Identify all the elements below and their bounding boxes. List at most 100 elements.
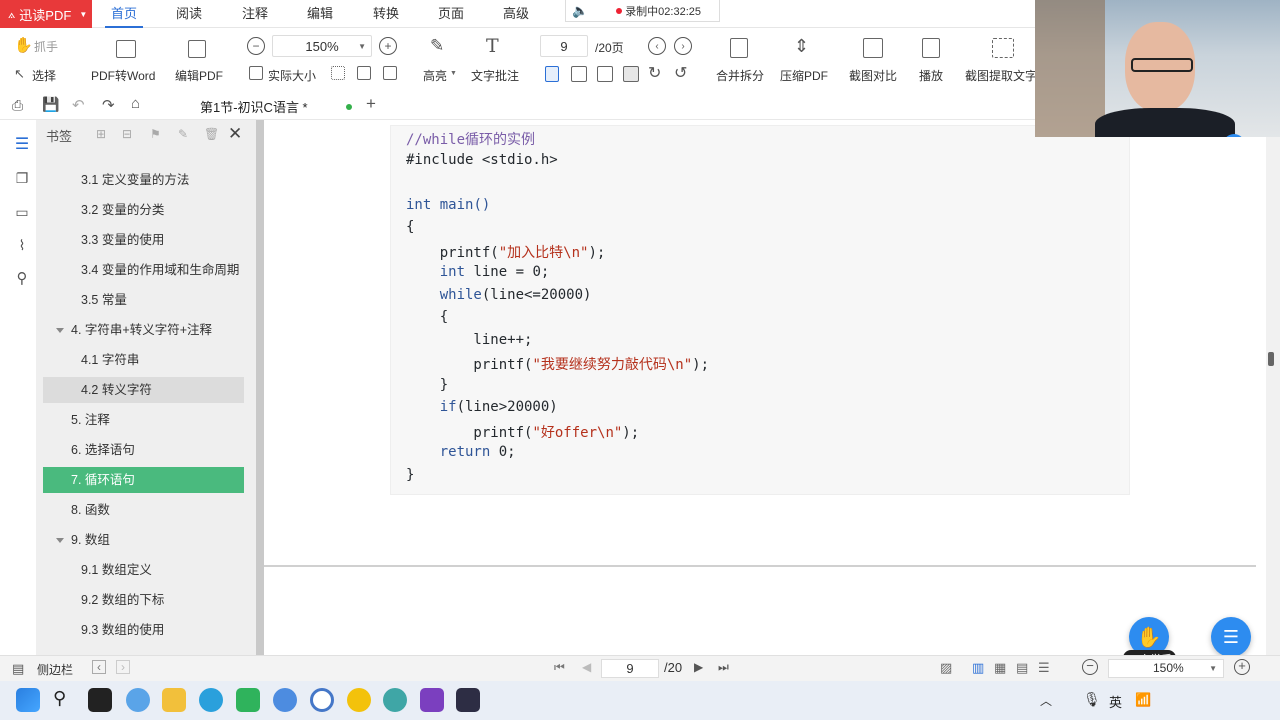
menu-edit[interactable]: 编辑 [307,0,333,28]
app-icon[interactable] [383,688,407,712]
bookmark-item[interactable]: 5. 注释 [43,407,244,433]
add-tab-button[interactable]: + [366,94,376,114]
zoom-in-icon[interactable]: + [1234,659,1250,675]
select-label[interactable]: 选择 [32,67,56,84]
sidebar-label[interactable]: 侧边栏 [37,661,73,678]
app-brand[interactable]: ⟑ 迅读PDF ▼ [0,0,92,28]
zoom-in-icon[interactable]: + [379,37,397,55]
single-page-icon[interactable]: ▥ [972,660,984,676]
app-icon[interactable] [347,688,371,712]
single-page-view-icon[interactable] [545,66,559,82]
zoom-out-icon[interactable]: − [1082,659,1098,675]
play-button[interactable]: 播放 [919,67,943,84]
chrome-browser-icon[interactable] [310,688,334,712]
comments-icon[interactable]: ▭ [12,202,32,222]
search-icon[interactable]: ⚲ [53,688,66,709]
redo-icon[interactable]: ↷ [102,96,115,114]
screenshot-compare-button[interactable]: 截图对比 [849,67,897,84]
app-icon[interactable] [273,688,297,712]
bookmark-item[interactable]: 4. 字符串+转义字符+注释 [43,317,244,343]
bookmark-item[interactable]: 4.1 字符串 [43,347,244,373]
windows-start-icon[interactable] [16,688,40,712]
chevron-up-icon[interactable]: ︿ [1040,692,1052,709]
bookmark-item[interactable]: 3.5 常量 [43,287,244,313]
bookmark-item[interactable]: 9.1 数组定义 [43,557,244,583]
continuous-two-icon[interactable]: ☰ [1038,660,1050,676]
attachment-icon[interactable]: ⌇ [12,235,32,255]
hand-label[interactable]: 抓手 [34,38,58,55]
rotate-cw-icon[interactable]: ↻ [648,63,661,83]
bookmark-item[interactable]: 9. 数组 [43,527,244,553]
undo-icon[interactable]: ↶ [72,96,85,114]
actual-size-icon[interactable] [249,66,263,80]
bookmark-item[interactable]: 6. 选择语句 [43,437,244,463]
page-input[interactable]: 9 [540,35,588,57]
edit-bookmark-icon[interactable]: ✎ [178,127,188,141]
bookmark-item[interactable]: 3.4 变量的作用域和生命周期 [43,257,244,283]
thumbnails-icon[interactable]: ❐ [12,168,32,188]
edit-pdf-icon[interactable] [188,40,206,58]
menu-advanced[interactable]: 高级 [503,0,529,28]
ocr-icon[interactable] [992,38,1014,58]
scrollbar-thumb[interactable] [1268,352,1274,366]
bookmark-item[interactable]: 3.3 变量的使用 [43,227,244,253]
continuous-view-icon[interactable] [623,66,639,82]
two-page-icon[interactable]: ▦ [994,660,1006,676]
bookmark-item[interactable]: 8. 函数 [43,497,244,523]
compress-pdf-button[interactable]: 压缩PDF [780,67,828,84]
text-note-button[interactable]: 文字批注 [471,67,519,84]
expand-triangle-icon[interactable] [56,328,64,333]
menu-read[interactable]: 阅读 [176,0,202,28]
pdf-to-word-icon[interactable] [116,40,136,58]
home-icon[interactable]: ⌂ [131,95,140,112]
visual-studio-icon[interactable] [420,688,444,712]
hand-icon[interactable]: ✋ [14,36,33,54]
menu-page[interactable]: 页面 [438,0,464,28]
zoom-select[interactable]: 150% ▼ [1108,659,1224,678]
next-page-icon[interactable]: › [674,37,692,55]
collapse-all-icon[interactable]: ⊟ [122,127,132,141]
fit-width-icon[interactable] [357,66,371,80]
chat-button[interactable]: ☰ [1211,617,1251,657]
grid-view-icon[interactable] [597,66,613,82]
bookmark-item-active[interactable]: 7. 循环语句 [43,467,244,493]
prev-page-icon[interactable]: ◀ [582,660,591,674]
expand-all-icon[interactable]: ⊞ [96,127,106,141]
actual-size-button[interactable]: 实际大小 [268,67,316,84]
bookmark-item[interactable]: 3.1 定义变量的方法 [43,167,244,193]
highlighter-icon[interactable]: ✎ [430,36,444,56]
text-note-icon[interactable]: T [486,35,499,57]
ime-language[interactable]: 英 [1109,692,1122,711]
compress-icon[interactable]: ⇕ [794,36,809,57]
sidebar-expand-icon[interactable]: › [116,660,130,674]
widget-icon[interactable] [126,688,150,712]
task-view-icon[interactable] [88,688,112,712]
bookmark-item[interactable]: 9.2 数组的下标 [43,587,244,613]
prev-page-icon[interactable]: ‹ [648,37,666,55]
merge-split-button[interactable]: 合并拆分 [716,67,764,84]
menu-annotate[interactable]: 注释 [242,0,268,28]
bookmark-item[interactable]: 3.2 变量的分类 [43,197,244,223]
play-icon[interactable] [922,38,940,58]
edge-browser-icon[interactable] [199,688,223,712]
delete-bookmark-icon[interactable]: 🗑 [204,127,219,141]
highlight-button[interactable]: 高亮 [423,67,447,84]
screenshot-ocr-button[interactable]: 截图提取文字 [965,67,1037,84]
panel-resizer[interactable] [256,120,264,655]
next-page-icon[interactable]: ▶ [694,660,703,674]
add-bookmark-icon[interactable]: ⚑ [150,127,161,141]
pdf-reader-icon[interactable] [236,688,260,712]
sidebar-toggle-icon[interactable]: ▤ [12,661,24,677]
night-mode-icon[interactable]: ▨ [940,660,952,676]
rotate-ccw-icon[interactable]: ↺ [674,63,687,83]
bookmark-item-selected[interactable]: 4.2 转义字符 [43,377,244,403]
merge-split-icon[interactable] [730,38,748,58]
menu-convert[interactable]: 转换 [373,0,399,28]
last-page-icon[interactable]: ⏭ [718,660,729,675]
expand-triangle-icon[interactable] [56,538,64,543]
speaker-muted-icon[interactable]: 🔈 [572,3,588,19]
zoom-select[interactable]: 150% ▼ [272,35,372,57]
search-icon[interactable]: ⚲ [12,268,32,288]
microphone-icon[interactable]: 🎙 [1083,691,1101,708]
compare-icon[interactable] [863,38,883,58]
